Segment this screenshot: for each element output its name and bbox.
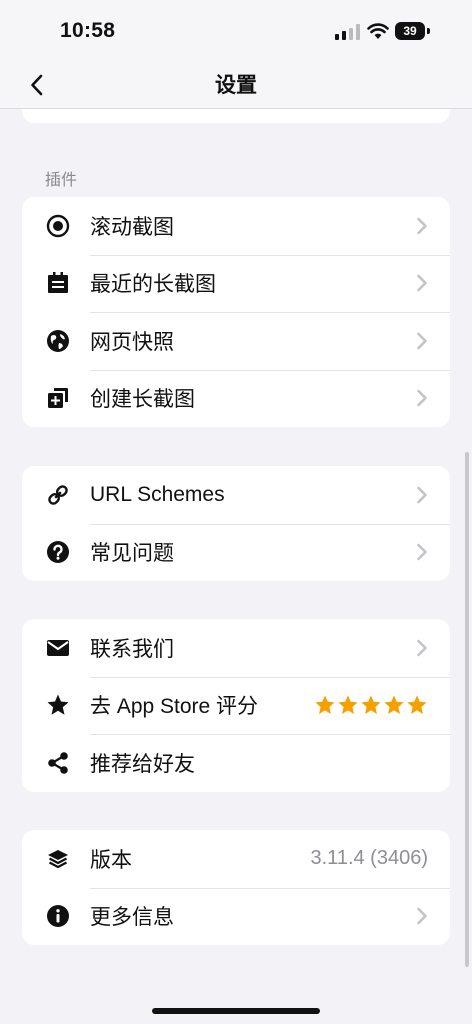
globe-icon — [46, 329, 70, 353]
about-group: 版本 3.11.4 (3406) 更多信息 — [22, 830, 450, 945]
previous-group-card — [22, 109, 450, 123]
row-version: 版本 3.11.4 (3406) — [22, 830, 450, 888]
row-recent-long-screenshots[interactable]: 最近的长截图 — [22, 254, 450, 313]
link-icon — [46, 483, 70, 507]
section-header-plugins: 插件 — [45, 172, 78, 189]
row-recommend-to-friends[interactable]: 推荐给好友 — [22, 734, 450, 792]
home-indicator[interactable] — [152, 1008, 320, 1014]
rating-star-icon — [315, 695, 335, 715]
page-title: 设置 — [215, 74, 257, 97]
row-label: 网页快照 — [90, 330, 174, 354]
row-scrolling-screenshot[interactable]: 滚动截图 — [22, 197, 450, 255]
share-icon — [46, 751, 70, 775]
layers-icon — [46, 847, 70, 871]
row-faq[interactable]: 常见问题 — [22, 523, 450, 582]
row-label: 创建长截图 — [90, 388, 195, 412]
chevron-right-icon — [417, 217, 427, 235]
battery-icon: 39 — [395, 22, 431, 40]
scrollbar[interactable] — [465, 452, 469, 967]
calendar-icon — [46, 271, 70, 295]
row-label: 滚动截图 — [90, 215, 174, 239]
mail-icon — [46, 636, 70, 660]
add-copy-icon — [46, 386, 70, 410]
row-label: 更多信息 — [90, 906, 174, 930]
status-bar: 10:58 39 — [0, 0, 472, 62]
chevron-right-icon — [417, 486, 427, 504]
row-contact-us[interactable]: 联系我们 — [22, 619, 450, 677]
info-circle-icon — [46, 904, 70, 928]
chevron-right-icon — [417, 543, 427, 561]
record-circle-icon — [46, 214, 70, 238]
row-label: 联系我们 — [90, 637, 174, 661]
tools-group: URL Schemes 常见问题 — [22, 466, 450, 581]
row-label: 最近的长截图 — [90, 273, 216, 297]
status-time: 10:58 — [60, 19, 116, 42]
wifi-icon — [367, 23, 389, 39]
row-url-schemes[interactable]: URL Schemes — [22, 466, 450, 524]
rating-star-icon — [338, 695, 358, 715]
chevron-right-icon — [417, 907, 427, 925]
chevron-right-icon — [417, 389, 427, 407]
chevron-right-icon — [417, 332, 427, 350]
row-web-snapshot[interactable]: 网页快照 — [22, 312, 450, 370]
row-label: 常见问题 — [90, 542, 174, 566]
row-more-info[interactable]: 更多信息 — [22, 887, 450, 946]
row-rate-app-store[interactable]: 去 App Store 评分 — [22, 676, 450, 735]
star-icon — [46, 693, 70, 717]
cellular-signal-icon — [335, 24, 360, 40]
plugins-group: 滚动截图 最近的长截图 网页快照 创建长截图 — [22, 197, 450, 427]
row-label: URL Schemes — [90, 482, 225, 506]
social-group: 联系我们 去 App Store 评分 推荐给好友 — [22, 619, 450, 792]
chevron-right-icon — [417, 639, 427, 657]
row-label: 去 App Store 评分 — [90, 695, 259, 719]
question-circle-icon — [46, 540, 70, 564]
version-value: 3.11.4 (3406) — [310, 847, 429, 870]
row-label: 版本 — [90, 848, 132, 872]
row-label: 推荐给好友 — [90, 752, 195, 776]
rating-star-icon — [407, 695, 427, 715]
navigation-bar: 设置 — [0, 62, 472, 109]
rating-star-icon — [384, 695, 404, 715]
rating-stars — [314, 694, 428, 716]
rating-star-icon — [361, 695, 381, 715]
battery-level: 39 — [395, 22, 425, 40]
row-create-long-screenshot[interactable]: 创建长截图 — [22, 369, 450, 428]
chevron-right-icon — [417, 274, 427, 292]
